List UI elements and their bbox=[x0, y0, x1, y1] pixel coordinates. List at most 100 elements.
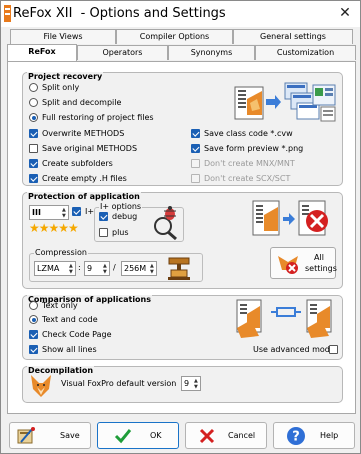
check-advanced-mode[interactable]: Use advanced mode bbox=[253, 344, 339, 356]
debug-checkbox[interactable] bbox=[99, 212, 108, 221]
fox-shield-icon bbox=[278, 256, 298, 274]
compression-dict-value: 256M bbox=[124, 264, 147, 273]
refox-tab-panel: Project recovery Split only Split and de… bbox=[7, 61, 356, 414]
close-icon[interactable]: ✕ bbox=[337, 5, 353, 21]
split-decompile-radio[interactable] bbox=[29, 98, 38, 107]
show-all-lines-checkbox[interactable] bbox=[29, 345, 38, 354]
compression-method-value: LZMA bbox=[37, 264, 60, 273]
ok-label: OK bbox=[150, 431, 162, 440]
overwrite-methods-label: Overwrite METHODS bbox=[42, 129, 125, 138]
full-restoring-radio[interactable] bbox=[29, 113, 38, 122]
help-icon: ? bbox=[287, 427, 305, 445]
title-bar: ReFox XII - Options and Settings ✕ bbox=[1, 1, 360, 27]
save-class-code-label: Save class code *.cvw bbox=[204, 129, 293, 138]
spinner-arrows-icon[interactable]: ▲ ▼ bbox=[194, 378, 199, 390]
plus-label: plus bbox=[112, 228, 129, 237]
all-settings-button[interactable]: All settings bbox=[270, 247, 337, 279]
dont-create-scx-checkbox[interactable] bbox=[191, 174, 200, 183]
save-tools-icon bbox=[17, 427, 35, 444]
advanced-mode-checkbox[interactable] bbox=[329, 345, 338, 354]
cancel-x-icon bbox=[199, 428, 215, 444]
tab-compiler-options[interactable]: Compiler Options bbox=[116, 29, 233, 44]
protection-illustration bbox=[252, 200, 328, 236]
split-only-radio[interactable] bbox=[29, 83, 38, 92]
save-original-methods-label: Save original METHODS bbox=[42, 144, 138, 153]
plus-checkbox[interactable] bbox=[99, 228, 108, 237]
svg-text:?: ? bbox=[292, 430, 300, 445]
spinner-arrows-icon[interactable]: ▲ ▼ bbox=[103, 263, 108, 275]
tab-file-views[interactable]: File Views bbox=[10, 29, 116, 44]
dont-create-mnx-checkbox[interactable] bbox=[191, 159, 200, 168]
spinner-arrows-icon[interactable]: ▲ ▼ bbox=[62, 207, 67, 219]
dont-create-scx-label: Don't create SCX/SCT bbox=[204, 174, 291, 183]
tab-refox[interactable]: ReFox bbox=[7, 44, 77, 61]
advanced-mode-label: Use advanced mode bbox=[253, 345, 335, 354]
overwrite-methods-checkbox[interactable] bbox=[29, 129, 38, 138]
protection-level-spinner[interactable]: III ▲ ▼ bbox=[29, 205, 69, 220]
iplus-label: I+ bbox=[85, 207, 95, 216]
compression-level-spinner[interactable]: 9 ▲ ▼ bbox=[84, 261, 110, 276]
text-only-label: Text only bbox=[42, 301, 78, 310]
iplus-checkbox[interactable] bbox=[72, 207, 81, 216]
cancel-button[interactable]: Cancel bbox=[185, 422, 267, 449]
tab-general-settings[interactable]: General settings bbox=[233, 29, 353, 44]
tab-synonyms[interactable]: Synonyms bbox=[168, 45, 255, 60]
tab-customization[interactable]: Customization bbox=[255, 45, 356, 60]
compression-level-value: 9 bbox=[87, 264, 93, 273]
vfp-version-value: 9 bbox=[184, 379, 190, 388]
dont-create-mnx-label: Don't create MNX/MNT bbox=[204, 159, 295, 168]
check-code-page-checkbox[interactable] bbox=[29, 330, 38, 339]
create-subfolders-checkbox[interactable] bbox=[29, 159, 38, 168]
text-and-code-label: Text and code bbox=[42, 315, 98, 324]
decompilation-group: Decompilation Visual FoxPro default vers… bbox=[22, 366, 343, 403]
compression-separator: / bbox=[113, 263, 116, 272]
debug-bug-icon bbox=[154, 206, 177, 240]
split-decompile-label: Split and decompile bbox=[42, 98, 122, 107]
tab-operators[interactable]: Operators bbox=[77, 45, 168, 60]
save-form-preview-checkbox[interactable] bbox=[191, 144, 200, 153]
create-empty-h-checkbox[interactable] bbox=[29, 174, 38, 183]
comparison-illustration bbox=[236, 299, 332, 338]
save-original-methods-checkbox[interactable] bbox=[29, 144, 38, 153]
iplus-options-group: I+ options debug plus bbox=[94, 202, 184, 242]
project-recovery-group: Project recovery Split only Split and de… bbox=[22, 72, 343, 186]
project-recovery-title: Project recovery bbox=[27, 72, 104, 82]
all-settings-label: All settings bbox=[305, 253, 337, 273]
spinner-arrows-icon[interactable]: ▲ ▼ bbox=[150, 263, 155, 275]
split-only-label: Split only bbox=[42, 83, 80, 92]
save-class-code-checkbox[interactable] bbox=[191, 129, 200, 138]
cancel-label: Cancel bbox=[228, 431, 256, 440]
help-label: Help bbox=[320, 431, 339, 440]
window-title: ReFox XII - Options and Settings bbox=[13, 6, 226, 21]
protection-title: Protection of application bbox=[27, 192, 141, 202]
options-window: ReFox XII - Options and Settings ✕ File … bbox=[0, 0, 361, 454]
checkmark-icon bbox=[114, 429, 132, 444]
help-button[interactable]: ? Help bbox=[273, 422, 355, 449]
compression-colon: : bbox=[78, 263, 81, 272]
spinner-arrows-icon[interactable]: ▲ ▼ bbox=[69, 263, 74, 275]
refox-app-icon bbox=[4, 5, 11, 22]
compression-dict-spinner[interactable]: 256M ▲ ▼ bbox=[121, 261, 157, 276]
text-and-code-radio[interactable] bbox=[29, 315, 38, 324]
create-subfolders-label: Create subfolders bbox=[42, 159, 113, 168]
ok-button[interactable]: OK bbox=[97, 422, 179, 449]
save-button[interactable]: Save bbox=[9, 422, 91, 449]
comparison-group: Comparison of applications Text only Tex… bbox=[22, 295, 343, 360]
full-restoring-label: Full restoring of project files bbox=[42, 113, 154, 122]
fox-logo-icon bbox=[31, 375, 51, 397]
compression-group: Compression LZMA ▲ ▼ : 9 ▲ ▼ / 256M ▲ ▼ bbox=[29, 248, 203, 282]
vfp-version-label: Visual FoxPro default version bbox=[61, 379, 177, 388]
vfp-version-spinner[interactable]: 9 ▲ ▼ bbox=[181, 376, 201, 391]
compression-method-spinner[interactable]: LZMA ▲ ▼ bbox=[34, 261, 76, 276]
debug-label: debug bbox=[112, 212, 138, 221]
check-code-page-label: Check Code Page bbox=[42, 330, 112, 339]
project-recovery-illustration bbox=[234, 82, 336, 122]
text-only-radio[interactable] bbox=[29, 301, 38, 310]
protection-rating-stars: ★★★★★ bbox=[29, 221, 79, 235]
create-empty-h-label: Create empty .H files bbox=[42, 174, 127, 183]
tab-strip: File Views Compiler Options General sett… bbox=[7, 29, 356, 61]
save-label: Save bbox=[60, 431, 80, 440]
protection-group: Protection of application III ▲ ▼ I+ ★★★★… bbox=[22, 192, 343, 289]
compression-press-icon bbox=[168, 257, 190, 280]
protection-level-value: III bbox=[32, 208, 41, 217]
